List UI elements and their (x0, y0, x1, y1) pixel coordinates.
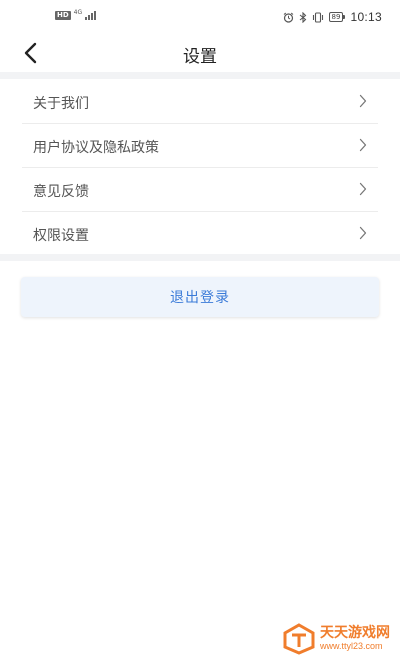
chevron-right-icon (359, 226, 367, 240)
watermark-url: www.ttyl23.com (320, 641, 383, 651)
watermark-logo-icon (283, 623, 315, 655)
menu-item-permission-settings[interactable]: 权限设置 (22, 212, 378, 255)
status-left-group: HD 4G (55, 8, 97, 20)
watermark-title: 天天游戏网 (320, 625, 390, 641)
menu-item-label: 用户协议及隐私政策 (33, 140, 159, 156)
vibrate-icon (312, 11, 324, 23)
menu-item-about-us[interactable]: 关于我们 (22, 80, 378, 124)
watermark: 天天游戏网 www.ttyl23.com (282, 623, 390, 655)
section-divider (0, 72, 400, 79)
menu-item-feedback[interactable]: 意见反馈 (22, 168, 378, 212)
chevron-right-icon (359, 138, 367, 152)
app-header: 设置 (0, 34, 400, 72)
battery-icon: 89 (328, 12, 346, 22)
menu-item-label: 权限设置 (33, 228, 89, 244)
network-type: 4G (73, 8, 83, 16)
status-time: 10:13 (350, 10, 382, 24)
hd-badge: HD (55, 11, 71, 20)
alarm-icon (283, 12, 294, 23)
menu-item-user-agreement-privacy[interactable]: 用户协议及隐私政策 (22, 124, 378, 168)
logout-button[interactable]: 退出登录 (21, 277, 379, 317)
menu-item-label: 关于我们 (33, 96, 89, 112)
chevron-right-icon (359, 94, 367, 108)
section-divider (0, 254, 400, 261)
chevron-right-icon (359, 182, 367, 196)
status-bar: HD 4G 89 10:13 (0, 0, 400, 34)
menu-item-label: 意见反馈 (33, 184, 89, 200)
logout-label: 退出登录 (170, 290, 230, 306)
signal-icon (85, 11, 97, 20)
bluetooth-icon (299, 11, 307, 23)
settings-menu: 关于我们 用户协议及隐私政策 意见反馈 权限设置 (22, 80, 378, 255)
battery-level: 89 (328, 12, 344, 22)
status-right-group: 89 10:13 (283, 10, 382, 24)
page-title: 设置 (183, 47, 217, 67)
